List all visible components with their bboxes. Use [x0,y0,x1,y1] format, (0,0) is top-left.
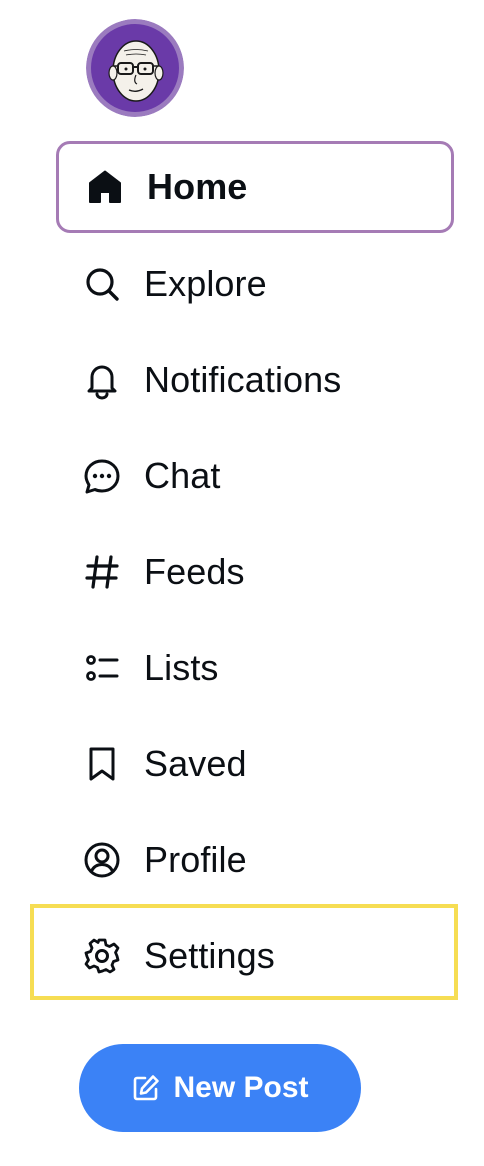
nav-item-home[interactable]: Home [56,141,454,233]
compose-icon [131,1073,161,1103]
new-post-button[interactable]: New Post [79,1044,361,1132]
nav-item-explore[interactable]: Explore [56,238,454,330]
avatar[interactable] [86,19,184,117]
new-post-label: New Post [173,1071,309,1104]
home-icon [85,167,125,207]
nav-item-settings[interactable]: Settings [56,910,454,1002]
nav-item-notifications[interactable]: Notifications [56,334,454,426]
nav-label-explore: Explore [144,263,267,304]
hash-icon [82,552,122,592]
nav-label-notifications: Notifications [144,359,342,400]
search-icon [82,264,122,304]
nav-label-feeds: Feeds [144,551,245,592]
nav-label-settings: Settings [144,935,275,976]
nav-label-lists: Lists [144,647,219,688]
nav-label-saved: Saved [144,743,247,784]
bookmark-icon [82,744,122,784]
bell-icon [82,360,122,400]
avatar-image [86,19,184,117]
nav-label-home: Home [147,166,248,207]
list-icon [82,648,122,688]
user-circle-icon [82,840,122,880]
nav-item-chat[interactable]: Chat [56,430,454,522]
nav-item-feeds[interactable]: Feeds [56,526,454,618]
gear-icon [82,936,122,976]
nav-label-profile: Profile [144,839,247,880]
chat-bubble-icon [82,456,122,496]
nav-item-saved[interactable]: Saved [56,718,454,810]
nav-item-lists[interactable]: Lists [56,622,454,714]
nav-item-profile[interactable]: Profile [56,814,454,906]
nav-label-chat: Chat [144,455,221,496]
